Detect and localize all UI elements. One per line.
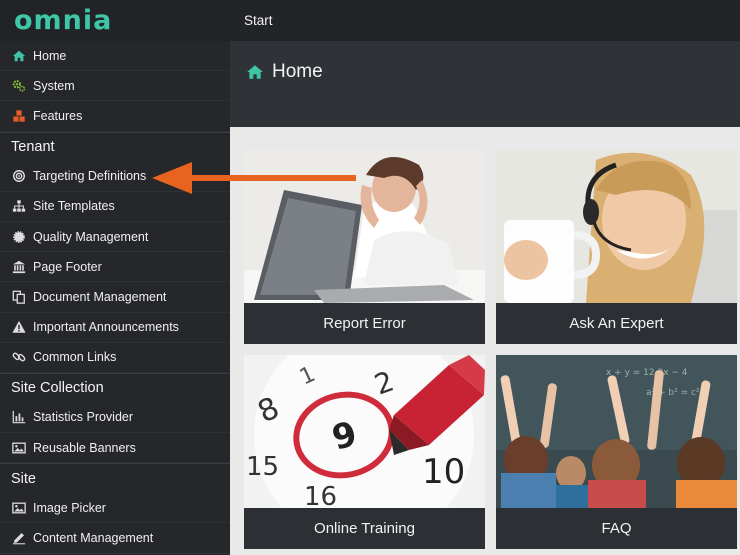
sidebar-item-label: Document Management (33, 289, 167, 304)
section-site-collection: Site Collection (0, 372, 230, 403)
svg-text:15: 15 (246, 452, 279, 482)
sidebar-item-label: Important Announcements (33, 320, 179, 335)
breadcrumb[interactable]: Start (244, 13, 273, 28)
edit-icon (11, 530, 27, 546)
gears-icon (11, 78, 27, 94)
image-icon (11, 500, 27, 516)
sidebar-item-label: Content Management (33, 531, 154, 546)
section-tenant: Tenant (0, 131, 230, 162)
tile-image (496, 150, 737, 303)
sidebar-item-label: Reusable Banners (33, 440, 136, 455)
sidebar-item-label: Targeting Definitions (33, 169, 147, 184)
bank-icon (11, 259, 27, 275)
sidebar-item-common-links[interactable]: Common Links (0, 343, 230, 373)
sidebar-item-site-templates[interactable]: Site Templates (0, 192, 230, 222)
cubes-icon (11, 108, 27, 124)
svg-text:10: 10 (422, 452, 465, 492)
app-window: omnia Home System Features Tenant Target… (0, 0, 740, 555)
sidebar-item-label: Page Footer (33, 259, 102, 274)
tile-caption: Ask An Expert (496, 303, 737, 344)
svg-text:16: 16 (304, 482, 337, 508)
sidebar-item-label: Home (33, 48, 67, 63)
sidebar-item-reusable-banners[interactable]: Reusable Banners (0, 433, 230, 464)
bar-chart-icon (11, 409, 27, 425)
section-site: Site (0, 463, 230, 494)
sidebar-item-system[interactable]: System (0, 71, 230, 102)
sidebar-item-quality-management[interactable]: Quality Management (0, 222, 230, 253)
tile-ask-an-expert[interactable]: Ask An Expert (496, 150, 737, 344)
sidebar-item-label: Statistics Provider (33, 410, 134, 425)
sidebar-item-label: System (33, 78, 75, 93)
tile-caption: Online Training (244, 508, 485, 549)
sidebar: omnia Home System Features Tenant Target… (0, 0, 230, 555)
tile-faq[interactable]: x + y = 12 3x − 4 a² + b² = c² FAQ (496, 355, 737, 549)
tile-image: x + y = 12 3x − 4 a² + b² = c² (496, 355, 737, 508)
sidebar-item-statistics-provider[interactable]: Statistics Provider (0, 403, 230, 434)
image-icon (11, 440, 27, 456)
tile-image: 8 2 1 9 10 16 15 (244, 355, 485, 508)
sidebar-item-document-management[interactable]: Document Management (0, 282, 230, 313)
page-title-text: Home (272, 61, 323, 82)
sidebar-item-page-footer[interactable]: Page Footer (0, 252, 230, 283)
target-icon (11, 168, 27, 184)
sidebar-item-content-management[interactable]: Content Management (0, 523, 230, 554)
sidebar-item-home[interactable]: Home (0, 41, 230, 72)
tile-caption: FAQ (496, 508, 737, 549)
tile-online-training[interactable]: 8 2 1 9 10 16 15 Online Training (244, 355, 485, 549)
certificate-icon (11, 229, 27, 245)
page-header: Home (230, 41, 740, 127)
warning-icon (11, 319, 27, 335)
sidebar-item-features[interactable]: Features (0, 101, 230, 132)
home-icon (247, 65, 263, 79)
sidebar-item-image-picker[interactable]: Image Picker (0, 493, 230, 524)
tile-caption: Report Error (244, 303, 485, 344)
sitemap-icon (11, 198, 27, 214)
svg-text:x + y = 12 3x − 4: x + y = 12 3x − 4 (606, 368, 688, 378)
annotation-arrow-icon (152, 162, 356, 194)
copy-icon (11, 289, 27, 305)
home-icon (11, 48, 27, 64)
sidebar-item-label: Site Templates (33, 199, 115, 214)
sidebar-item-label: Common Links (33, 350, 117, 365)
sidebar-item-important-announcements[interactable]: Important Announcements (0, 313, 230, 343)
sidebar-item-label: Quality Management (33, 229, 149, 244)
sidebar-item-label: Image Picker (33, 500, 106, 515)
sidebar-item-label: Features (33, 108, 83, 123)
topbar: Start (230, 0, 740, 41)
link-icon (11, 349, 27, 365)
page-title: Home (246, 61, 323, 83)
logo-text: omnia (14, 5, 113, 36)
logo[interactable]: omnia (0, 0, 230, 41)
